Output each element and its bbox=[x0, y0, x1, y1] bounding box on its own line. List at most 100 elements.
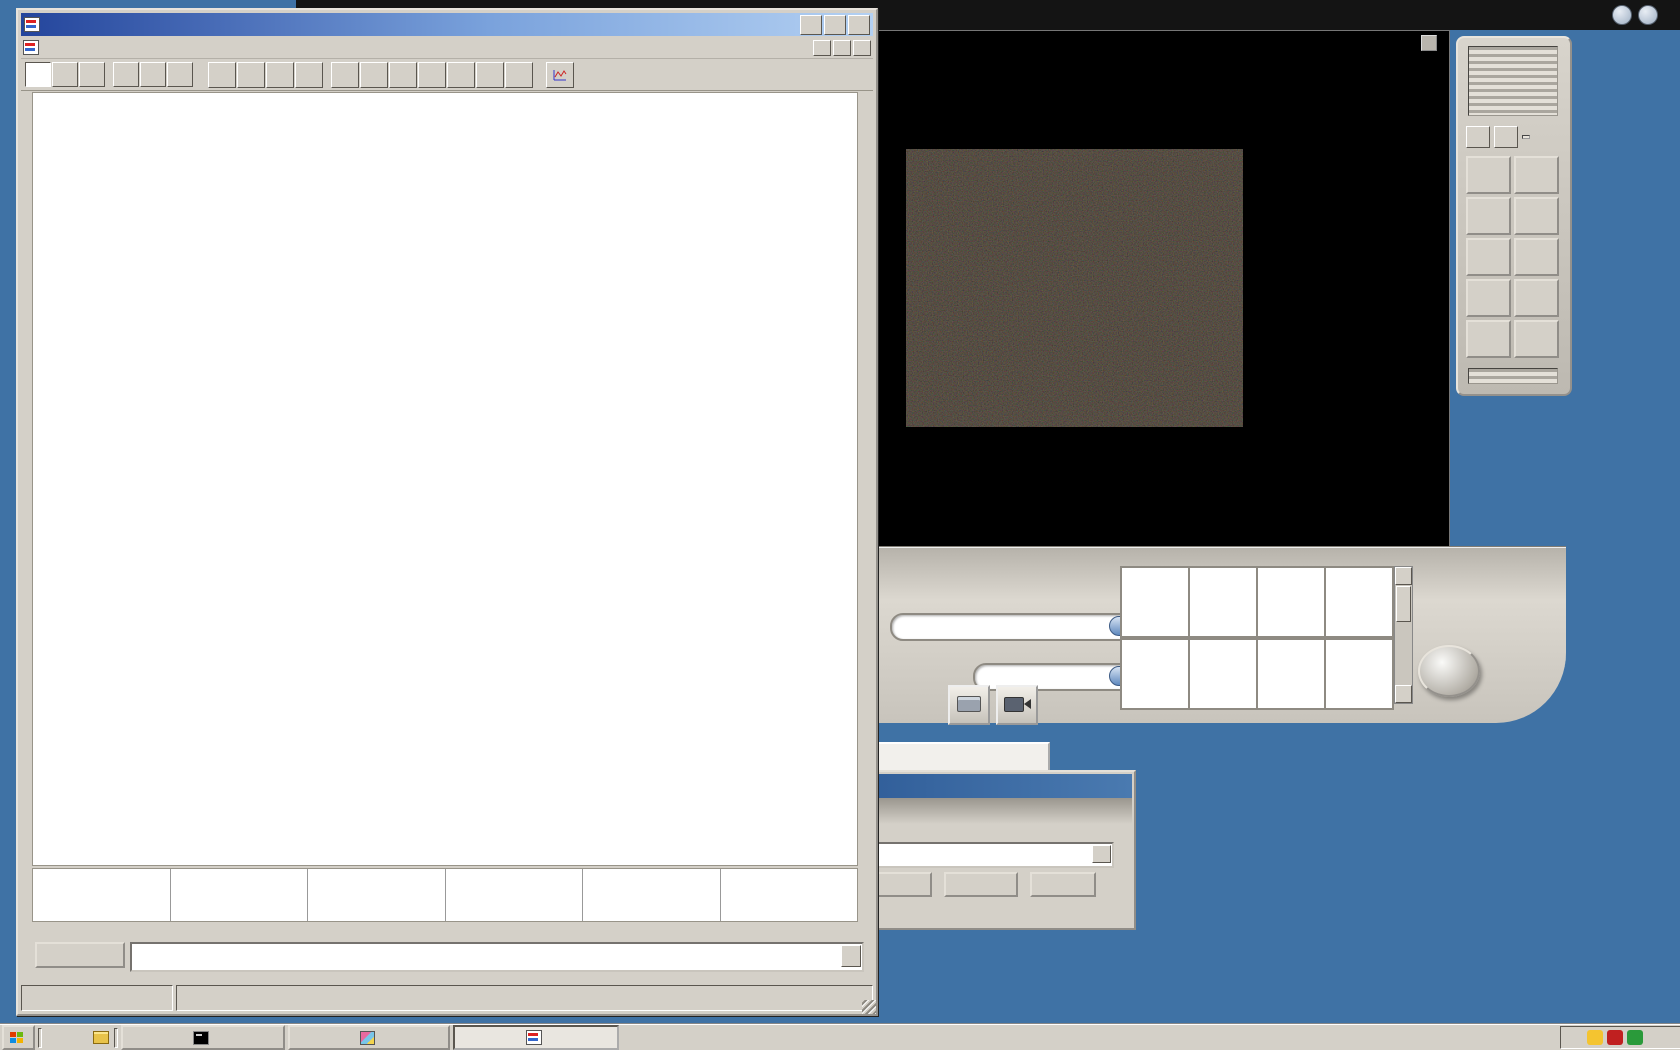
photo-tool-panel bbox=[1456, 36, 1572, 396]
camera-source-combobox[interactable] bbox=[860, 842, 1114, 868]
d2-button[interactable] bbox=[52, 62, 78, 87]
mdi-close-button[interactable] bbox=[853, 40, 871, 56]
task-photoimpression[interactable] bbox=[288, 1025, 450, 1050]
menu-settings[interactable] bbox=[71, 46, 87, 50]
zoom-in-icon[interactable] bbox=[1466, 126, 1490, 148]
camera-noise-image bbox=[906, 149, 1243, 427]
titlebar[interactable] bbox=[21, 13, 873, 36]
close-button[interactable] bbox=[848, 15, 870, 35]
ok-button[interactable] bbox=[1418, 645, 1480, 697]
y1-button[interactable] bbox=[113, 62, 139, 87]
taskbar bbox=[0, 1024, 1680, 1050]
fast-forward-icon[interactable] bbox=[447, 62, 475, 88]
d3-button[interactable] bbox=[79, 62, 105, 87]
menu-view[interactable] bbox=[55, 46, 71, 50]
get-photo-panel bbox=[828, 546, 1566, 723]
zoom-scale-label bbox=[1522, 135, 1530, 139]
thumbnail-city-night[interactable] bbox=[1120, 638, 1190, 710]
graph-icon[interactable] bbox=[546, 62, 574, 88]
copy-button[interactable] bbox=[1466, 279, 1511, 317]
rotate-button[interactable] bbox=[1514, 156, 1559, 194]
chevron-down-icon[interactable] bbox=[841, 945, 861, 967]
effects-button[interactable] bbox=[1466, 320, 1511, 358]
app-chart-icon bbox=[24, 17, 40, 32]
thumbnail-red-bird[interactable] bbox=[1188, 566, 1258, 638]
mdi-restore-button[interactable] bbox=[833, 40, 851, 56]
chevron-down-icon[interactable] bbox=[1092, 845, 1111, 863]
photoimpression-icon bbox=[360, 1031, 375, 1045]
keyboard-layout-icon[interactable] bbox=[1567, 1030, 1583, 1045]
y2-button[interactable] bbox=[140, 62, 166, 87]
menu-measure[interactable] bbox=[87, 46, 103, 50]
undo-button[interactable] bbox=[1466, 238, 1511, 276]
cmd-icon bbox=[193, 1031, 209, 1045]
menu-file[interactable] bbox=[39, 46, 55, 50]
security-error-icon[interactable] bbox=[1607, 1030, 1623, 1045]
alarm-reset-button[interactable] bbox=[35, 942, 125, 968]
windows-logo-icon bbox=[10, 1032, 23, 1043]
expand-y-icon[interactable] bbox=[266, 62, 294, 88]
acquire-camera-button[interactable] bbox=[996, 685, 1038, 725]
mdi-minimize-button[interactable] bbox=[813, 40, 831, 56]
scrollbar-thumb[interactable] bbox=[1396, 586, 1411, 622]
rewind-icon[interactable] bbox=[331, 62, 359, 88]
compress-y-icon[interactable] bbox=[295, 62, 323, 88]
scroll-up-icon[interactable] bbox=[208, 62, 236, 88]
stop-icon[interactable] bbox=[389, 62, 417, 88]
menubar bbox=[21, 37, 873, 59]
alarm-combobox[interactable] bbox=[130, 942, 864, 972]
expand-x-icon[interactable] bbox=[476, 62, 504, 88]
mirror-button[interactable] bbox=[1514, 197, 1559, 235]
security-alert-icon[interactable] bbox=[1587, 1030, 1603, 1045]
y3-button[interactable] bbox=[167, 62, 193, 87]
scroll-down-icon[interactable] bbox=[1395, 685, 1412, 703]
preview-close-icon[interactable] bbox=[1421, 35, 1437, 51]
thumbnail-light-spiral[interactable] bbox=[1188, 638, 1258, 710]
start-button[interactable] bbox=[2, 1025, 35, 1050]
d1-button[interactable] bbox=[25, 62, 51, 87]
redo-button[interactable] bbox=[1514, 238, 1559, 276]
task-softthermo[interactable] bbox=[453, 1025, 619, 1050]
frame-button[interactable] bbox=[1514, 320, 1559, 358]
step-forward-icon[interactable] bbox=[418, 62, 446, 88]
softthermo-window bbox=[16, 8, 878, 1016]
zoom-out-icon[interactable] bbox=[1494, 126, 1518, 148]
thumbnail-sky-clouds[interactable] bbox=[1324, 638, 1394, 710]
line-chart-panel bbox=[32, 92, 858, 866]
step-back-icon[interactable] bbox=[360, 62, 388, 88]
task-transfile-cmd[interactable] bbox=[121, 1025, 285, 1050]
mail-icon[interactable] bbox=[68, 1028, 88, 1048]
capture-button[interactable] bbox=[944, 872, 1018, 897]
channel-ch2 bbox=[171, 869, 309, 921]
source-select-combobox[interactable] bbox=[890, 613, 1134, 641]
scroll-down-icon[interactable] bbox=[237, 62, 265, 88]
status-message bbox=[21, 985, 173, 1011]
thumbnail-desert-rock-spires[interactable] bbox=[1120, 566, 1190, 638]
scroll-up-icon[interactable] bbox=[1395, 567, 1412, 585]
channel-table bbox=[32, 868, 858, 922]
crop-button[interactable] bbox=[1514, 279, 1559, 317]
scanner-icon bbox=[957, 696, 981, 712]
minimize-button[interactable] bbox=[800, 15, 822, 35]
acquire-scanner-button[interactable] bbox=[948, 685, 990, 725]
star-icon[interactable] bbox=[1647, 1030, 1663, 1045]
exit-button[interactable] bbox=[1030, 872, 1096, 897]
maximize-button[interactable] bbox=[824, 15, 846, 35]
resize-grip[interactable] bbox=[862, 1000, 876, 1014]
internet-explorer-icon[interactable] bbox=[45, 1028, 65, 1048]
help-button[interactable] bbox=[1612, 5, 1632, 25]
thumbnail-ship-lighthouse[interactable] bbox=[1256, 638, 1326, 710]
minimize-app-button[interactable] bbox=[1638, 5, 1658, 25]
system-tray bbox=[1560, 1026, 1680, 1049]
thumbnail-yellow-flowers[interactable] bbox=[1256, 566, 1326, 638]
show-desktop-icon[interactable] bbox=[91, 1028, 111, 1048]
thumbnail-harbor-boats[interactable] bbox=[1324, 566, 1394, 638]
compress-x-icon[interactable] bbox=[505, 62, 533, 88]
menu-window[interactable] bbox=[103, 46, 119, 50]
mdi-child-icon bbox=[23, 40, 39, 55]
menu-help[interactable] bbox=[119, 46, 135, 50]
thumbnail-scrollbar[interactable] bbox=[1394, 566, 1413, 704]
flip-horizontal-button[interactable] bbox=[1466, 197, 1511, 235]
update-icon[interactable] bbox=[1627, 1030, 1643, 1045]
fit-image-button[interactable] bbox=[1466, 156, 1511, 194]
